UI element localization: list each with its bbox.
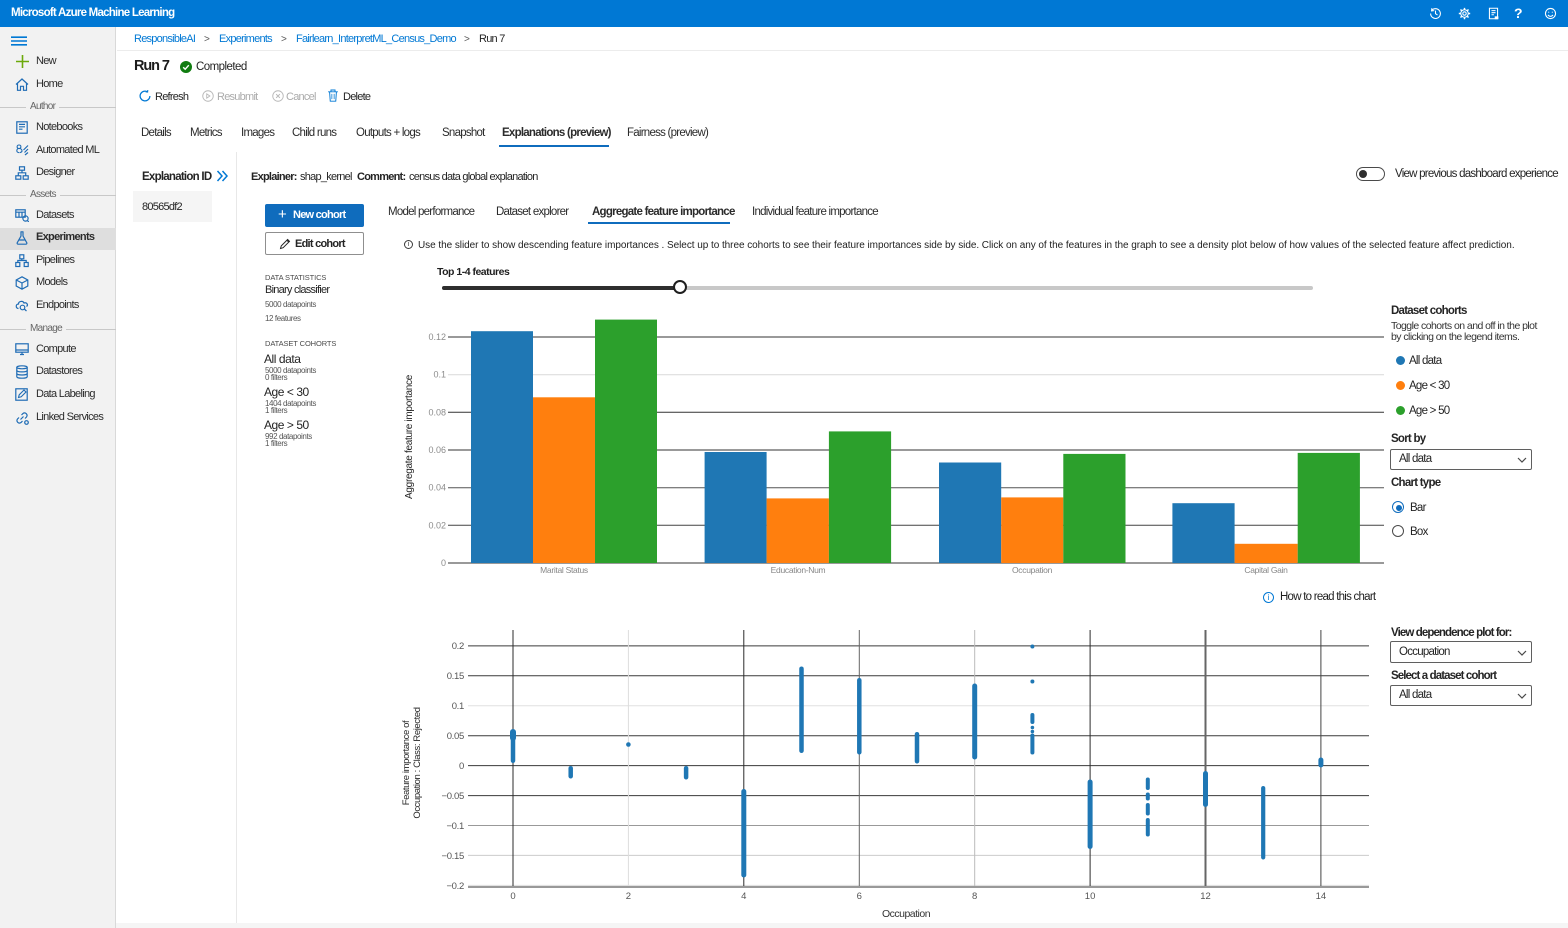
svg-text:Marital Status: Marital Status [540, 565, 588, 575]
svg-text:Capital Gain: Capital Gain [1244, 565, 1288, 575]
svg-text:Occupation : Class: Rejected: Occupation : Class: Rejected [412, 707, 423, 818]
svg-text:0.15: 0.15 [447, 671, 464, 682]
svg-text:0.12: 0.12 [428, 332, 446, 342]
svg-text:Aggregate feature importance: Aggregate feature importance [404, 374, 415, 499]
svg-text:8: 8 [972, 891, 977, 902]
svg-text:−0.2: −0.2 [446, 881, 464, 892]
svg-text:6: 6 [857, 891, 862, 902]
svg-text:4: 4 [741, 891, 746, 902]
svg-text:0.02: 0.02 [428, 520, 446, 530]
svg-text:0.06: 0.06 [428, 445, 446, 455]
svg-text:Feature importance of: Feature importance of [401, 720, 412, 805]
svg-text:0.05: 0.05 [447, 731, 464, 742]
svg-text:Occupation: Occupation [882, 908, 931, 920]
svg-text:2: 2 [626, 891, 631, 902]
svg-text:0.04: 0.04 [428, 483, 446, 493]
svg-text:Education-Num: Education-Num [771, 565, 826, 575]
svg-text:−0.1: −0.1 [446, 821, 464, 832]
svg-text:0.08: 0.08 [428, 407, 446, 417]
svg-text:0: 0 [510, 891, 515, 902]
svg-text:0.2: 0.2 [452, 641, 464, 652]
svg-text:Occupation: Occupation [1012, 565, 1053, 575]
svg-text:−0.05: −0.05 [441, 791, 464, 802]
svg-text:12: 12 [1200, 891, 1211, 902]
svg-text:14: 14 [1316, 891, 1327, 902]
svg-text:−0.15: −0.15 [441, 851, 464, 862]
svg-text:0: 0 [441, 558, 446, 568]
svg-text:10: 10 [1085, 891, 1096, 902]
svg-text:0.1: 0.1 [452, 701, 464, 712]
svg-text:0.1: 0.1 [433, 370, 446, 380]
svg-text:0: 0 [459, 761, 464, 772]
